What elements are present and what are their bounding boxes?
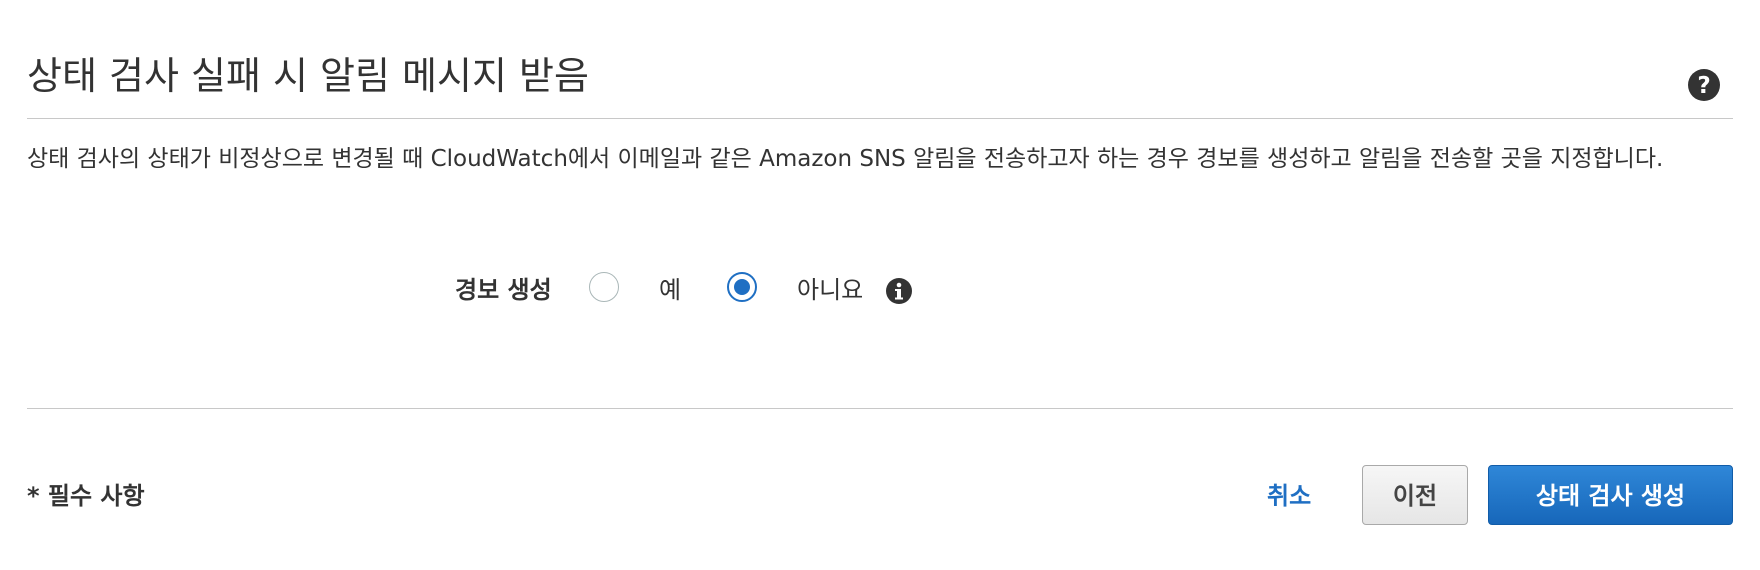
required-note: * 필수 사항 [27, 482, 145, 510]
description-text: 상태 검사의 상태가 비정상으로 변경될 때 CloudWatch에서 이메일과… [27, 146, 1664, 172]
alarm-yes-label[interactable]: 예 [659, 272, 681, 308]
svg-text:?: ? [1697, 73, 1710, 99]
create-health-check-button[interactable]: 상태 검사 생성 [1488, 465, 1733, 525]
info-icon[interactable] [885, 277, 913, 305]
cancel-link[interactable]: 취소 [1267, 478, 1311, 514]
section-header: 상태 검사 실패 시 알림 메시지 받음 ? [27, 48, 1733, 119]
footer-divider [27, 408, 1733, 409]
alarm-no-radio[interactable] [727, 272, 757, 302]
previous-button[interactable]: 이전 [1362, 465, 1468, 525]
create-alarm-label: 경보 생성 [455, 276, 552, 304]
alarm-yes-radio[interactable] [589, 272, 619, 302]
alarm-no-label[interactable]: 아니요 [797, 272, 863, 308]
page-title: 상태 검사 실패 시 알림 메시지 받음 [27, 54, 589, 98]
health-check-notification-page: 상태 검사 실패 시 알림 메시지 받음 ? 상태 검사의 상태가 비정상으로 … [27, 0, 1733, 570]
create-alarm-row: 경보 생성 예 아니요 [27, 268, 1027, 312]
help-icon[interactable]: ? [1687, 68, 1721, 102]
